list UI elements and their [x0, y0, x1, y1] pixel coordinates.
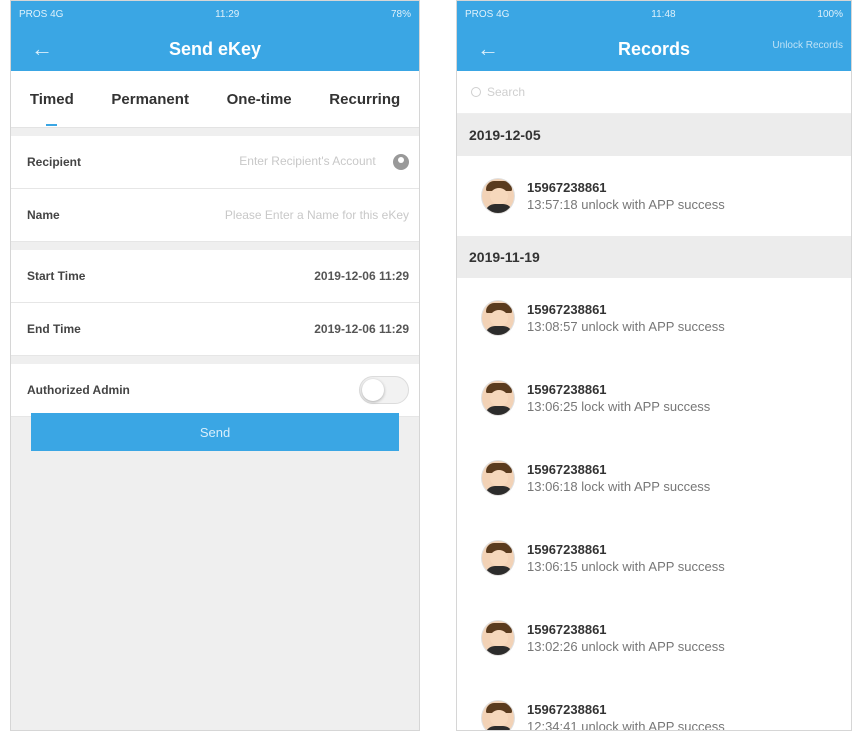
avatar: [481, 460, 515, 496]
search-icon: [471, 87, 481, 97]
search-input[interactable]: Search: [487, 85, 525, 99]
end-time-row[interactable]: End Time 2019-12-06 11:29: [11, 303, 419, 356]
tab-permanent[interactable]: Permanent: [107, 91, 193, 108]
avatar: [481, 380, 515, 416]
date-header: 2019-12-05: [457, 114, 851, 156]
record-account: 15967238861: [527, 302, 607, 317]
record-account: 15967238861: [527, 462, 607, 477]
send-button[interactable]: Send: [31, 413, 399, 451]
back-arrow-icon[interactable]: ←: [477, 36, 513, 62]
avatar: [481, 540, 515, 576]
nav-bar: ← Records Unlock Records: [457, 27, 851, 71]
record-text: 15967238861 13:08:57 unlock with APP succ…: [527, 302, 725, 334]
name-input[interactable]: Please Enter a Name for this eKey: [225, 208, 409, 222]
tab-recurring[interactable]: Recurring: [325, 91, 404, 108]
record-account: 15967238861: [527, 382, 607, 397]
clock-label: 11:48: [651, 8, 676, 20]
clock-label: 11:29: [215, 8, 240, 20]
authorized-admin-label: Authorized Admin: [27, 383, 130, 397]
avatar-face: [490, 470, 508, 486]
avatar-face: [490, 390, 508, 406]
avatar-face: [490, 188, 508, 204]
record-item[interactable]: 15967238861 12:34:41 unlock with APP succ…: [457, 678, 851, 731]
record-account: 15967238861: [527, 622, 607, 637]
avatar: [481, 700, 515, 730]
record-description: 13:57:18 unlock with APP success: [527, 197, 725, 212]
record-description: 13:02:26 unlock with APP success: [527, 639, 725, 654]
avatar-face: [490, 630, 508, 646]
start-time-label: Start Time: [27, 269, 86, 283]
send-ekey-screen: PROS 4G 11:29 78% ← Send eKey Timed Perm…: [10, 0, 420, 731]
record-item[interactable]: 15967238861 13:08:57 unlock with APP succ…: [457, 278, 851, 358]
carrier-label: PROS 4G: [19, 8, 64, 20]
record-item[interactable]: 15967238861 13:06:15 unlock with APP succ…: [457, 518, 851, 598]
unlock-records-button[interactable]: Unlock Records: [772, 40, 843, 51]
record-item[interactable]: 15967238861 13:06:18 lock with APP succes…: [457, 438, 851, 518]
record-description: 13:08:57 unlock with APP success: [527, 319, 725, 334]
battery-label: 100%: [817, 8, 843, 20]
avatar-face: [490, 310, 508, 326]
toggle-knob: [362, 379, 384, 401]
record-description: 13:06:15 unlock with APP success: [527, 559, 725, 574]
nav-bar: ← Send eKey: [11, 27, 419, 71]
record-description: 12:34:41 unlock with APP success: [527, 719, 725, 731]
record-item[interactable]: 15967238861 13:57:18 unlock with APP succ…: [457, 156, 851, 236]
ekey-form: Recipient Enter Recipient's Account Name…: [11, 128, 419, 417]
battery-label: 78%: [390, 8, 411, 20]
section-divider: [11, 128, 419, 136]
page-title: Send eKey: [168, 38, 262, 59]
status-bar: PROS 4G 11:48 100%: [457, 1, 851, 27]
tab-timed[interactable]: Timed: [26, 91, 78, 126]
start-time-row[interactable]: Start Time 2019-12-06 11:29: [11, 250, 419, 303]
name-label: Name: [27, 208, 60, 222]
record-account: 15967238861: [527, 542, 607, 557]
record-text: 15967238861 13:06:25 lock with APP succes…: [527, 382, 710, 414]
record-account: 15967238861: [527, 180, 607, 195]
avatar-shirt: [485, 646, 513, 655]
records-screen: PROS 4G 11:48 100% ← Records Unlock Reco…: [456, 0, 852, 731]
start-time-value[interactable]: 2019-12-06 11:29: [314, 269, 409, 283]
name-row[interactable]: Name Please Enter a Name for this eKey: [11, 189, 419, 242]
tab-one-time[interactable]: One-time: [223, 91, 296, 108]
record-description: 13:06:25 lock with APP success: [527, 399, 711, 414]
contacts-icon[interactable]: [393, 154, 409, 170]
record-item[interactable]: 15967238861 13:06:25 lock with APP succes…: [457, 358, 851, 438]
record-text: 15967238861 13:57:18 unlock with APP succ…: [527, 180, 725, 212]
key-type-tabs: Timed Permanent One-time Recurring: [11, 71, 419, 128]
avatar-shirt: [485, 326, 513, 335]
avatar-face: [490, 710, 508, 726]
status-bar: PROS 4G 11:29 78%: [11, 1, 419, 27]
recipient-row[interactable]: Recipient Enter Recipient's Account: [11, 136, 419, 189]
section-divider: [11, 356, 419, 364]
record-account: 15967238861: [527, 702, 607, 717]
record-description: 13:06:18 lock with APP success: [527, 479, 711, 494]
avatar: [481, 620, 515, 656]
record-text: 15967238861 13:06:15 unlock with APP succ…: [527, 542, 725, 574]
avatar-shirt: [485, 406, 513, 415]
date-header: 2019-11-19: [457, 236, 851, 278]
record-text: 15967238861 12:34:41 unlock with APP succ…: [527, 702, 725, 731]
record-text: 15967238861 13:06:18 lock with APP succes…: [527, 462, 710, 494]
section-divider: [11, 242, 419, 250]
authorized-admin-row: Authorized Admin: [11, 364, 419, 417]
records-list: 2019-12-05 15967238861 13:57:18 unlock wit…: [457, 114, 851, 731]
record-text: 15967238861 13:02:26 unlock with APP succ…: [527, 622, 725, 654]
end-time-label: End Time: [27, 322, 81, 336]
avatar-shirt: [485, 726, 513, 730]
avatar-shirt: [485, 486, 513, 495]
recipient-label: Recipient: [27, 155, 82, 169]
end-time-value[interactable]: 2019-12-06 11:29: [314, 322, 409, 336]
back-arrow-icon[interactable]: ←: [31, 36, 67, 62]
avatar-shirt: [485, 204, 513, 213]
avatar-shirt: [485, 566, 513, 575]
avatar: [481, 300, 515, 336]
search-bar[interactable]: Search: [457, 71, 851, 114]
avatar: [481, 178, 515, 214]
carrier-label: PROS 4G: [465, 8, 510, 20]
avatar-face: [490, 550, 508, 566]
record-item[interactable]: 15967238861 13:02:26 unlock with APP succ…: [457, 598, 851, 678]
authorized-admin-toggle[interactable]: [359, 376, 409, 404]
recipient-input[interactable]: Enter Recipient's Account: [239, 154, 375, 168]
